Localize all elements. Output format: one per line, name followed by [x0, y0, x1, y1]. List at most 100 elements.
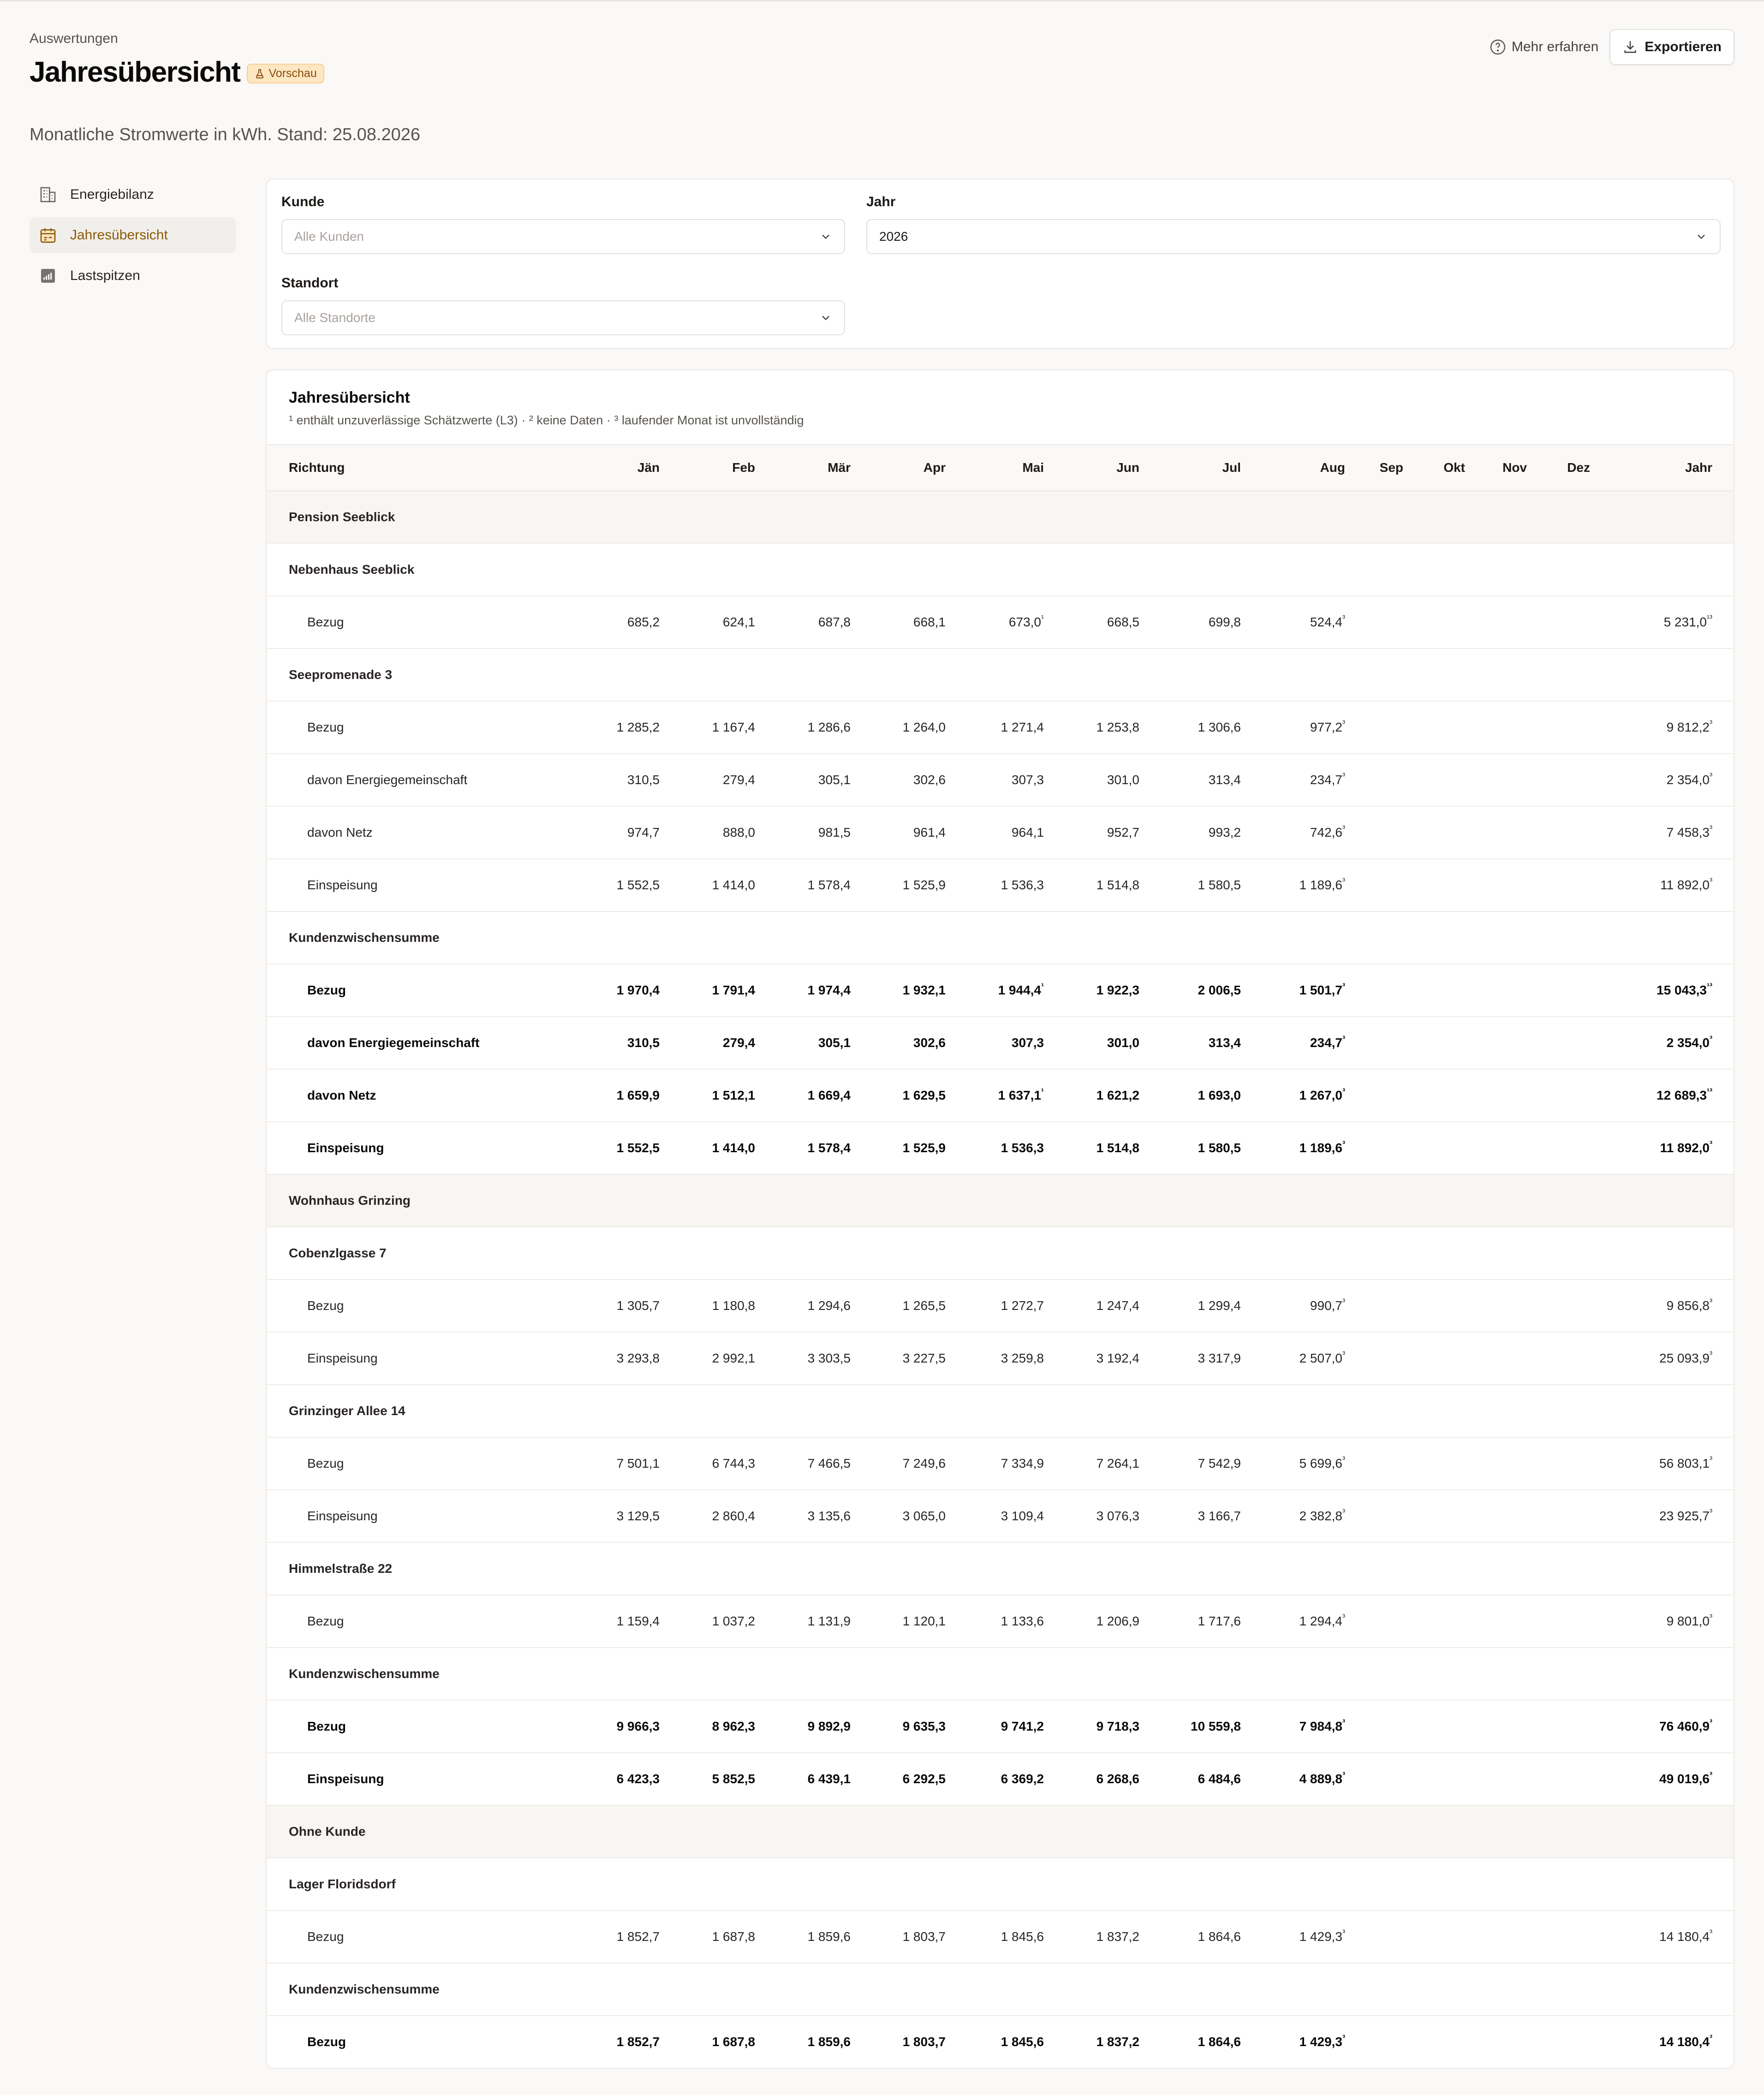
- export-button[interactable]: Exportieren: [1609, 29, 1734, 65]
- value-cell: [1549, 1122, 1612, 1175]
- value-cell: 2 382,8³: [1263, 1490, 1367, 1543]
- value-cell: [1425, 596, 1487, 649]
- value-cell: [1425, 754, 1487, 807]
- value-cell: 1 552,5: [586, 859, 682, 912]
- footnote-marker: ³: [1710, 1034, 1712, 1043]
- site-row: Lager Floridsdorf: [267, 1858, 1734, 1911]
- value-cell: 6 369,2: [968, 1753, 1066, 1806]
- value-cell: 1 687,8: [682, 2016, 777, 2068]
- footnote-marker: ¹³: [1707, 613, 1712, 623]
- value-cell: [1425, 1122, 1487, 1175]
- value-cell: 1 272,7: [968, 1280, 1066, 1333]
- column-header: Jahr: [1612, 444, 1734, 491]
- value-cell: [1549, 1280, 1612, 1333]
- customer-select-placeholder: Alle Kunden: [294, 229, 364, 244]
- value-cell: [1549, 1017, 1612, 1070]
- learn-more-link[interactable]: Mehr erfahren: [1490, 39, 1598, 55]
- value-cell: 1 536,3: [968, 1122, 1066, 1175]
- value-cell: [1425, 806, 1487, 859]
- value-cell: 888,0: [682, 806, 777, 859]
- sidebar-item-jahresuebersicht[interactable]: Jahresübersicht: [30, 217, 236, 253]
- value-cell: 964,1: [968, 806, 1066, 859]
- value-cell: 993,2: [1162, 806, 1263, 859]
- row-label: Einspeisung: [267, 1753, 586, 1806]
- value-cell: [1425, 1332, 1487, 1385]
- value-cell: 1 429,3³: [1263, 2016, 1367, 2068]
- table-row: Einspeisung 3 293,8 2 992,1 3 303,5 3 227,5 3…: [267, 1332, 1734, 1385]
- value-cell: [1487, 1437, 1549, 1490]
- value-cell: 3 293,8: [586, 1332, 682, 1385]
- value-cell: 1 286,6: [777, 701, 873, 754]
- table-row: davon Energiegemeinschaft 310,5 279,4 305,1…: [267, 754, 1734, 807]
- table-footnote: ¹ enthält unzuverlässige Schätzwerte (L3…: [289, 413, 804, 427]
- footnote-marker: ³: [1710, 1770, 1712, 1780]
- value-cell: [1367, 1280, 1425, 1333]
- footnote-marker: ³: [1342, 1613, 1345, 1622]
- value-cell: 742,6³: [1263, 806, 1367, 859]
- value-cell: 49 019,6³: [1612, 1753, 1734, 1806]
- site-row: Cobenzlgasse 7: [267, 1227, 1734, 1280]
- footnote-marker: ³: [1710, 1928, 1712, 1937]
- value-cell: 302,6: [873, 754, 968, 807]
- value-cell: 6 439,1: [777, 1753, 873, 1806]
- footnote-marker: ³: [1342, 771, 1345, 780]
- site-row: Himmelstraße 22: [267, 1542, 1734, 1595]
- column-header: Richtung: [267, 444, 586, 491]
- value-cell: 6 268,6: [1066, 1753, 1162, 1806]
- value-cell: 699,8: [1162, 596, 1263, 649]
- site-row: Grinzinger Allee 14: [267, 1385, 1734, 1438]
- value-cell: 1 552,5: [586, 1122, 682, 1175]
- footnote-marker: ³: [1342, 1139, 1345, 1149]
- row-label: Einspeisung: [267, 859, 586, 912]
- column-header: Jul: [1162, 444, 1263, 491]
- breadcrumb[interactable]: Auswertungen: [30, 31, 118, 47]
- value-cell: [1487, 964, 1549, 1017]
- value-cell: [1549, 701, 1612, 754]
- sidebar-item-label: Lastspitzen: [70, 268, 140, 283]
- value-cell: 1 669,4: [777, 1069, 873, 1122]
- value-cell: 7 249,6: [873, 1437, 968, 1490]
- value-cell: [1425, 1017, 1487, 1070]
- building-icon: [40, 187, 56, 202]
- sidebar-item-lastspitzen[interactable]: Lastspitzen: [30, 258, 236, 294]
- value-cell: 981,5: [777, 806, 873, 859]
- value-cell: 524,4³: [1263, 596, 1367, 649]
- column-header: Aug: [1263, 444, 1367, 491]
- site-row: Seepromenade 3: [267, 649, 1734, 702]
- value-cell: 7 466,5: [777, 1437, 873, 1490]
- row-label: Bezug: [267, 596, 586, 649]
- value-cell: 313,4: [1162, 1017, 1263, 1070]
- table-row: Bezug 1 159,4 1 037,2 1 131,9 1 120,1 1 133,6…: [267, 1595, 1734, 1648]
- year-select[interactable]: 2026: [866, 219, 1721, 254]
- value-cell: 56 803,1³: [1612, 1437, 1734, 1490]
- value-cell: 3 065,0: [873, 1490, 968, 1543]
- value-cell: 2 992,1: [682, 1332, 777, 1385]
- value-cell: 1 864,6: [1162, 1910, 1263, 1964]
- value-cell: [1549, 1753, 1612, 1806]
- value-cell: 1 265,5: [873, 1280, 968, 1333]
- export-label: Exportieren: [1645, 39, 1722, 54]
- sidebar: Energiebilanz Jahresübersicht Lastspitze…: [30, 177, 236, 298]
- location-select[interactable]: Alle Standorte: [281, 300, 845, 335]
- row-label: Einspeisung: [267, 1332, 586, 1385]
- column-header: Mai: [968, 444, 1066, 491]
- value-cell: 1 525,9: [873, 1122, 968, 1175]
- download-icon: [1624, 41, 1636, 53]
- customer-select[interactable]: Alle Kunden: [281, 219, 845, 254]
- value-cell: 1 717,6: [1162, 1595, 1263, 1648]
- value-cell: [1425, 1595, 1487, 1648]
- value-cell: 1 159,4: [586, 1595, 682, 1648]
- value-cell: 301,0: [1066, 1017, 1162, 1070]
- flask-icon: [256, 69, 263, 78]
- value-cell: [1487, 2016, 1549, 2068]
- sidebar-item-energiebilanz[interactable]: Energiebilanz: [30, 177, 236, 213]
- footnote-marker: ³: [1710, 1455, 1712, 1464]
- row-label: davon Energiegemeinschaft: [267, 754, 586, 807]
- value-cell: 1 294,6: [777, 1280, 873, 1333]
- value-cell: [1367, 754, 1425, 807]
- footnote-marker: ¹: [1041, 613, 1044, 623]
- value-cell: 977,2³: [1263, 701, 1367, 754]
- value-cell: 279,4: [682, 754, 777, 807]
- value-cell: 1 414,0: [682, 1122, 777, 1175]
- subtotal-row: Kundenzwischensumme: [267, 1648, 1734, 1701]
